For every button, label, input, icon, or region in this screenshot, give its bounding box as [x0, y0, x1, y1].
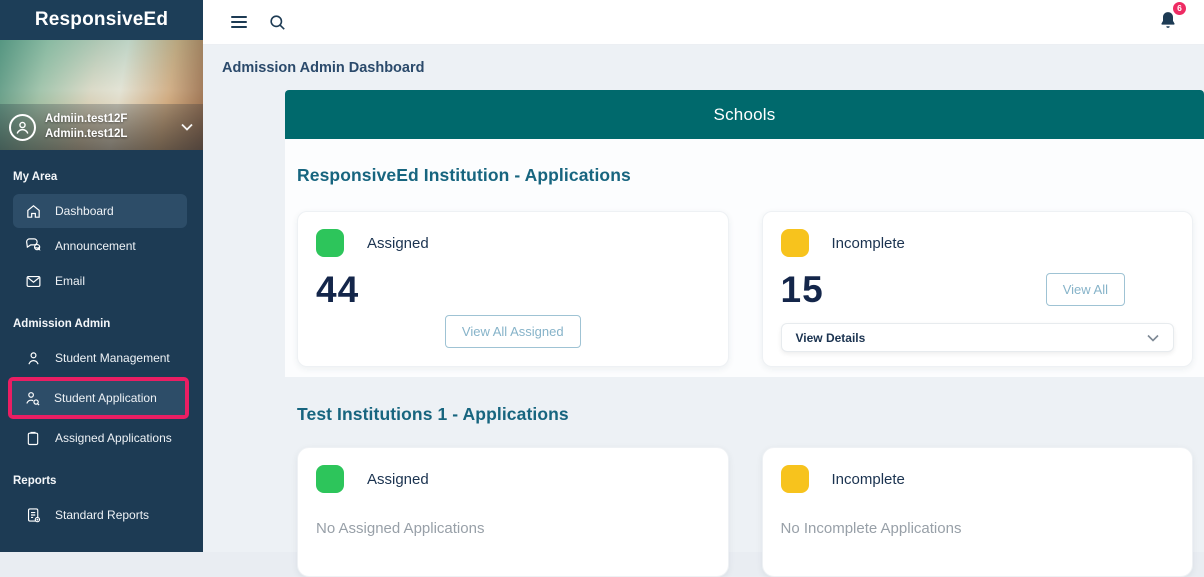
incomplete-tile-icon [780, 465, 809, 493]
sidebar-item-student-management[interactable]: Student Management [13, 341, 187, 375]
sidebar-item-label: Standard Reports [55, 508, 150, 522]
sidebar-item-label: Email [55, 274, 86, 288]
person-search-icon [23, 389, 41, 407]
empty-state-text: No Incomplete Applications [780, 520, 962, 537]
section-heading: Test Institutions 1 - Applications [297, 404, 569, 424]
student-application-highlight-box: Student Application [8, 377, 189, 419]
sidebar-banner-image: Admiin.test12F Admiin.test12L [0, 40, 203, 150]
sidebar-item-assigned-applications[interactable]: Assigned Applications [13, 421, 187, 455]
assigned-tile-icon [316, 465, 344, 493]
sidebar-item-label: Announcement [55, 239, 136, 253]
assigned-count: 44 [316, 269, 360, 310]
cards-row: Assigned 44 View All Assigned Incomplete… [297, 211, 1193, 367]
topbar: 6 [203, 0, 1204, 45]
card-label: Assigned [367, 234, 429, 252]
card-header: Incomplete [780, 465, 1175, 493]
email-icon [24, 272, 42, 290]
card-header: Assigned [316, 229, 710, 257]
bell-icon [1158, 11, 1178, 35]
nav-section-admission-admin: Admission Admin [13, 318, 111, 330]
card-header: Assigned [316, 465, 710, 493]
incomplete-card: Incomplete 15 View All View Details [761, 211, 1193, 367]
card-label: Assigned [367, 470, 429, 488]
sidebar-item-label: Student Management [55, 351, 170, 365]
sidebar-item-label: Dashboard [55, 204, 114, 218]
user-profile-menu[interactable]: Admiin.test12F Admiin.test12L [0, 104, 203, 150]
incomplete-count: 15 [780, 269, 824, 310]
card-label: Incomplete [831, 470, 905, 488]
assigned-card: Assigned 44 View All Assigned [297, 211, 729, 367]
sidebar-nav: My Area Dashboard Announcement Email Adm… [0, 150, 203, 533]
sidebar-item-student-application[interactable]: Student Application [12, 381, 185, 415]
user-name-line1: Admiin.test12F [45, 112, 128, 125]
view-all-button[interactable]: View All [1045, 273, 1125, 306]
user-name-line2: Admiin.test12L [45, 128, 128, 140]
nav-section-reports: Reports [13, 475, 57, 487]
hamburger-menu-icon[interactable] [231, 16, 247, 28]
school-section-test-institutions: Test Institutions 1 - Applications Assig… [285, 404, 1204, 577]
breadcrumb: Admission Admin Dashboard [203, 45, 1204, 90]
chevron-down-icon [1147, 329, 1159, 347]
report-icon [24, 506, 42, 524]
section-heading: ResponsiveEd Institution - Applications [297, 165, 631, 185]
nav-section-my-area: My Area [13, 171, 58, 183]
user-name: Admiin.test12F Admiin.test12L [45, 112, 127, 142]
chevron-down-icon [181, 118, 193, 136]
schools-banner: Schools [285, 90, 1204, 139]
school-section-responsiveed: ResponsiveEd Institution - Applications … [285, 139, 1204, 377]
assigned-card-empty: Assigned No Assigned Applications [297, 447, 729, 577]
sidebar: ResponsiveEd Admiin.test12F Admiin.test1… [0, 0, 203, 552]
person-icon [24, 349, 42, 367]
sidebar-item-announcement[interactable]: Announcement [13, 229, 187, 263]
assigned-tile-icon [316, 229, 344, 257]
notification-badge: 6 [1172, 0, 1187, 16]
search-icon[interactable] [268, 13, 287, 32]
card-label: Incomplete [831, 234, 905, 252]
view-all-assigned-button[interactable]: View All Assigned [444, 315, 581, 348]
sidebar-item-label: Student Application [54, 391, 157, 405]
sidebar-item-label: Assigned Applications [55, 431, 172, 445]
avatar [9, 113, 36, 141]
value-row: 15 View All [781, 271, 1175, 308]
view-details-expander[interactable]: View Details [780, 323, 1174, 352]
view-details-label: View Details [795, 330, 866, 345]
sidebar-item-standard-reports[interactable]: Standard Reports [13, 498, 187, 532]
home-icon [24, 202, 42, 220]
cards-row: Assigned No Assigned Applications Incomp… [297, 447, 1193, 577]
content: Schools ResponsiveEd Institution - Appli… [203, 90, 1204, 577]
sidebar-item-email[interactable]: Email [13, 264, 187, 298]
app-logo: ResponsiveEd [0, 0, 203, 40]
clipboard-icon [24, 429, 42, 447]
main-area: 6 Admission Admin Dashboard Schools Resp… [203, 0, 1204, 577]
announcement-icon [24, 237, 42, 255]
sidebar-item-dashboard[interactable]: Dashboard [13, 194, 187, 228]
incomplete-card-empty: Incomplete No Incomplete Applications [761, 447, 1193, 577]
app-root: ResponsiveEd Admiin.test12F Admiin.test1… [0, 0, 1204, 577]
empty-state-text: No Assigned Applications [316, 520, 485, 537]
incomplete-tile-icon [780, 229, 809, 257]
notifications-button[interactable]: 6 [1158, 0, 1187, 36]
page-title: Admission Admin Dashboard [222, 59, 425, 76]
card-header: Incomplete [780, 229, 1175, 257]
